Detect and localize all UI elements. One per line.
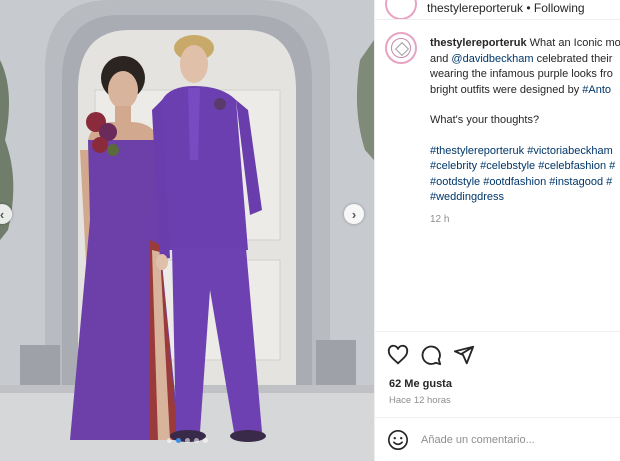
caption-text: and: [430, 52, 452, 65]
like-count[interactable]: 62 Me gusta: [389, 378, 452, 390]
caption-text: celebrated their: [533, 52, 613, 65]
caption-text: What an Iconic mo: [526, 37, 620, 49]
carousel-indicator: [0, 438, 374, 443]
post-header-text[interactable]: thestylereporteruk • Following: [427, 1, 585, 15]
emoji-icon[interactable]: [387, 429, 409, 451]
caption-question: What's your thoughts?: [430, 114, 540, 126]
heart-icon[interactable]: [387, 344, 409, 366]
share-icon[interactable]: [453, 344, 475, 366]
carousel-next-button[interactable]: ›: [344, 204, 364, 224]
caption-text: bright outfits were designed by: [430, 83, 583, 96]
carousel-dot: [202, 438, 208, 443]
hashtag-line[interactable]: #thestylereporteruk #victoriabeckham: [430, 144, 620, 160]
caption-line: and @davidbeckham celebrated their: [430, 52, 620, 68]
caption-line: thestylereporteruk What an Iconic mo: [430, 36, 620, 52]
carousel-dot: [184, 438, 190, 443]
carousel-dot: [166, 438, 172, 443]
carousel-dot: [175, 438, 181, 443]
caption-avatar[interactable]: [385, 32, 417, 64]
hashtag-link[interactable]: #Anto: [582, 84, 611, 96]
wedding-photo-illustration: [0, 0, 374, 461]
carousel-dot: [193, 438, 199, 443]
caption-timestamp[interactable]: 12 h: [430, 212, 620, 228]
profile-avatar[interactable]: [385, 0, 417, 19]
comment-icon[interactable]: [420, 344, 442, 366]
post-photo[interactable]: ‹ ›: [0, 0, 374, 461]
mention-link[interactable]: @davidbeckham: [451, 53, 533, 65]
comment-bar: [375, 417, 620, 461]
post-header: thestylereporteruk • Following: [375, 0, 620, 20]
caption-username[interactable]: thestylereporteruk: [430, 37, 527, 49]
brand-logo-icon: [391, 38, 411, 58]
hashtag-line[interactable]: #ootdstyle #ootdfashion #instagood #: [430, 175, 620, 191]
hashtag-line[interactable]: #weddingdress: [430, 190, 620, 206]
comment-input[interactable]: [421, 430, 611, 450]
caption-text: wearing the infamous purple looks fro: [430, 68, 613, 80]
post-actions: 62 Me gusta Hace 12 horas: [375, 331, 620, 417]
post-side-panel: thestylereporteruk • Following thestyler…: [374, 0, 620, 461]
caption-line: wearing the infamous purple looks fro: [430, 67, 620, 83]
hashtag-line[interactable]: #celebrity #celebstyle #celebfashion #: [430, 159, 620, 175]
hashtag-block: #thestylereporteruk #victoriabeckham #ce…: [430, 144, 620, 206]
caption-line: bright outfits were designed by #Anto: [430, 83, 620, 99]
post-time: Hace 12 horas: [389, 395, 451, 406]
